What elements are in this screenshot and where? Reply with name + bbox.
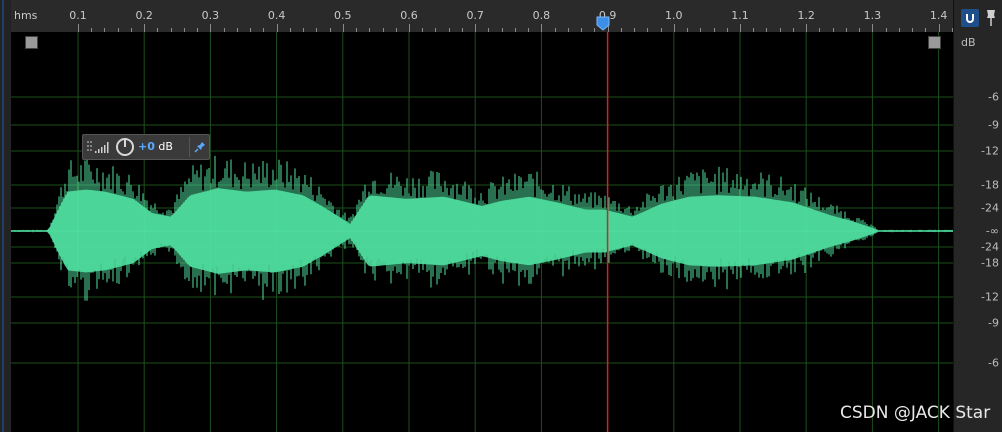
fade-in-handle[interactable] <box>25 36 38 49</box>
ruler-tick-label: 1.4 <box>929 9 948 22</box>
waveform-canvas <box>11 32 953 432</box>
db-tick-label: -6 <box>988 356 999 370</box>
ruler-tick-label: 0.1 <box>69 9 87 22</box>
db-tick-label: -18 <box>981 178 999 192</box>
db-scale-panel: dB -6 -9 -12 -18 -24 -∞ -24 -18 -12 -9 -6 <box>953 0 1002 432</box>
magnet-icon <box>966 14 974 23</box>
db-tick-label: -6 <box>988 90 999 104</box>
db-tick-label: -24 <box>981 240 999 254</box>
ruler-tick-label: 1.3 <box>863 9 882 22</box>
volume-knob-icon[interactable] <box>115 137 135 157</box>
pushpin-icon <box>987 10 995 26</box>
snap-button[interactable] <box>961 9 979 27</box>
marker-pin-button[interactable] <box>984 8 998 28</box>
db-tick-label: -9 <box>988 316 999 330</box>
ruler-tick-label: 0.8 <box>532 9 551 22</box>
ruler-tick-label: 1.0 <box>665 9 683 22</box>
db-tick-label: -9 <box>988 118 999 132</box>
gain-value: +0 <box>138 140 155 153</box>
audio-editor: hms 0.1 0.2 0.3 0.4 0.5 0.6 0.7 0.8 0.9 1.0 1.1 1.2… <box>0 0 1002 432</box>
db-tick-label: -∞ <box>985 224 999 238</box>
pin-icon[interactable] <box>193 140 207 154</box>
watermark: CSDN @JACK Star <box>840 403 991 423</box>
ruler-tick-label: 0.5 <box>334 9 352 22</box>
gain-readout[interactable]: +0 dB <box>138 140 173 153</box>
db-tick-label: -12 <box>981 290 999 304</box>
ruler-tick-label: 0.7 <box>466 9 484 22</box>
ruler-tick-label: 1.2 <box>797 9 815 22</box>
db-unit-label: dB <box>961 36 976 49</box>
playhead-marker-icon[interactable] <box>596 16 610 31</box>
left-edge <box>0 0 11 432</box>
hud-gain-panel[interactable]: +0 dB <box>82 134 210 160</box>
waveform-display[interactable]: +0 dB <box>11 32 953 432</box>
ruler-tick-label: 0.4 <box>267 9 286 22</box>
db-tick-label: -12 <box>981 144 999 158</box>
ruler-tick-label: 0.2 <box>135 9 153 22</box>
fade-out-handle[interactable] <box>928 36 941 49</box>
ruler-tick-label: 1.1 <box>731 9 749 22</box>
level-meter-icon <box>95 142 109 153</box>
time-ruler[interactable]: hms 0.1 0.2 0.3 0.4 0.5 0.6 0.7 0.8 0.9 1.0 1.1 1.2… <box>11 0 993 33</box>
ruler-unit-label: hms <box>14 9 38 22</box>
ruler-tick-label: 0.6 <box>400 9 418 22</box>
db-tick-label: -24 <box>981 201 999 215</box>
db-tick-label: -18 <box>981 256 999 270</box>
ruler-tick-label: 0.3 <box>201 9 220 22</box>
gain-unit: dB <box>158 140 173 153</box>
drag-grip-icon[interactable] <box>86 139 92 155</box>
